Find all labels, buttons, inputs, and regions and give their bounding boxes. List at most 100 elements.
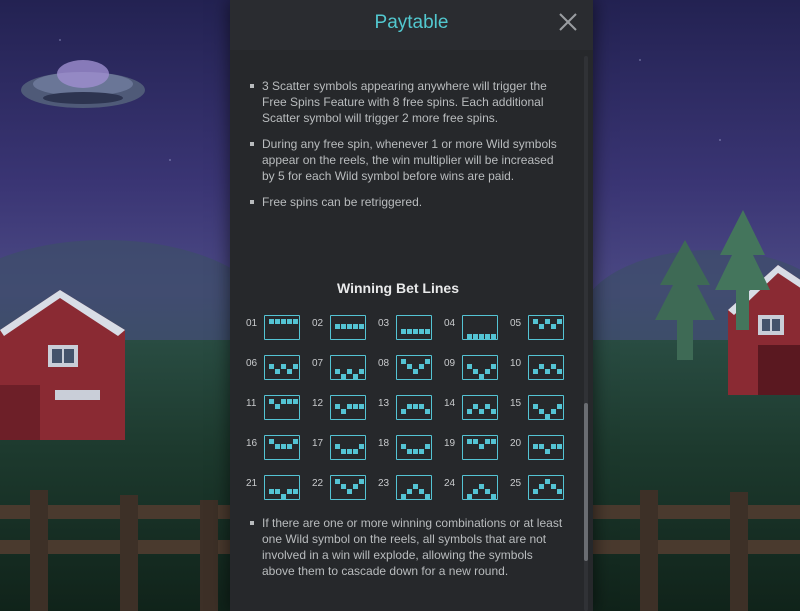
bet-line-pattern-icon	[462, 315, 498, 340]
bet-line-dot	[539, 409, 544, 414]
bet-line-pattern-icon	[264, 315, 300, 340]
bet-line-item: 22	[312, 475, 376, 505]
bet-line-dot	[401, 409, 406, 414]
bet-line-number: 10	[510, 358, 522, 369]
bet-line-number: 21	[246, 478, 258, 489]
bet-line-item: 01	[246, 315, 310, 345]
bet-line-dot	[413, 404, 418, 409]
bet-line-pattern-icon	[396, 435, 432, 460]
close-icon[interactable]	[557, 11, 579, 33]
bet-line-dot	[491, 364, 496, 369]
bet-line-number: 11	[246, 398, 257, 409]
bet-line-dot	[347, 489, 352, 494]
bet-line-dot	[269, 364, 274, 369]
rule-item: If there are one or more winning combina…	[250, 515, 568, 579]
bet-line-item: 20	[510, 435, 574, 465]
modal-scrollbar[interactable]	[584, 56, 588, 611]
bet-line-dot	[281, 444, 286, 449]
bet-line-dot	[407, 449, 412, 454]
bet-line-pattern-icon	[396, 475, 432, 500]
bet-line-number: 20	[510, 438, 522, 449]
red-barn-left-icon	[0, 290, 125, 440]
bet-line-number: 02	[312, 318, 324, 329]
rules-list-top: 3 Scatter symbols appearing anywhere wil…	[250, 78, 568, 210]
bet-line-dot	[287, 319, 292, 324]
bet-line-pattern-icon	[264, 475, 300, 500]
bet-line-dot	[539, 444, 544, 449]
bet-line-dot	[413, 449, 418, 454]
bet-line-dot	[335, 324, 340, 329]
bet-line-pattern-icon	[330, 355, 366, 380]
bet-line-dot	[287, 444, 292, 449]
bet-line-pattern-icon	[528, 475, 564, 500]
bet-line-dot	[269, 439, 274, 444]
bet-line-number: 24	[444, 478, 456, 489]
bet-line-dot	[425, 359, 430, 364]
bet-line-dot	[359, 324, 364, 329]
bet-line-dot	[353, 374, 358, 379]
bet-line-dot	[347, 324, 352, 329]
bet-line-dot	[545, 479, 550, 484]
pine-tree-icon	[715, 210, 770, 330]
bet-line-dot	[401, 494, 406, 499]
bet-line-dot	[491, 439, 496, 444]
bet-line-pattern-icon	[264, 355, 300, 380]
bet-line-dot	[467, 439, 472, 444]
bet-line-item: 11	[246, 395, 310, 425]
bet-line-dot	[473, 369, 478, 374]
bet-line-dot	[545, 319, 550, 324]
bet-line-dot	[557, 444, 562, 449]
bet-line-dot	[281, 494, 286, 499]
rule-item: 3 Scatter symbols appearing anywhere wil…	[250, 78, 568, 126]
bet-line-item: 13	[378, 395, 442, 425]
bet-line-dot	[551, 324, 556, 329]
bet-line-item: 15	[510, 395, 574, 425]
bet-line-dot	[347, 369, 352, 374]
bet-line-dot	[539, 364, 544, 369]
bet-line-dot	[341, 484, 346, 489]
bet-line-number: 01	[246, 318, 258, 329]
bet-line-pattern-icon	[528, 435, 564, 460]
bet-line-dot	[419, 329, 424, 334]
bet-lines-grid: 01 02 03 04 05 06 07 08 09 10 11 12 13 14 15 16 17 18 19 20…	[246, 315, 568, 500]
bet-line-dot	[353, 449, 358, 454]
bet-line-dot	[425, 329, 430, 334]
bet-line-dot	[479, 444, 484, 449]
bet-line-dot	[269, 399, 274, 404]
bet-line-item: 17	[312, 435, 376, 465]
bet-line-number: 17	[312, 438, 324, 449]
bet-line-dot	[467, 409, 472, 414]
bet-line-number: 15	[510, 398, 522, 409]
bet-line-pattern-icon	[528, 355, 564, 380]
bet-line-dot	[479, 334, 484, 339]
bet-line-item: 19	[444, 435, 508, 465]
bet-line-dot	[551, 364, 556, 369]
bet-line-number: 08	[378, 358, 390, 369]
bet-line-dot	[533, 319, 538, 324]
bet-line-dot	[491, 409, 496, 414]
bet-line-dot	[479, 409, 484, 414]
bet-line-dot	[341, 324, 346, 329]
bet-line-dot	[335, 479, 340, 484]
bet-line-pattern-icon	[330, 475, 366, 500]
bet-line-number: 12	[312, 398, 324, 409]
bet-line-item: 24	[444, 475, 508, 505]
bet-line-dot	[539, 324, 544, 329]
modal-header: Paytable	[230, 0, 593, 50]
bet-line-item: 08	[378, 355, 442, 385]
bet-line-dot	[347, 404, 352, 409]
rule-item: During any free spin, whenever 1 or more…	[250, 136, 568, 184]
bet-line-number: 03	[378, 318, 390, 329]
bet-line-dot	[359, 444, 364, 449]
bet-line-dot	[293, 319, 298, 324]
bet-line-dot	[335, 369, 340, 374]
bet-line-dot	[269, 319, 274, 324]
scrollbar-thumb[interactable]	[584, 403, 588, 561]
bet-line-dot	[533, 369, 538, 374]
winning-bet-lines-title: Winning Bet Lines	[337, 280, 459, 296]
bet-line-dot	[401, 359, 406, 364]
bet-line-number: 13	[378, 398, 390, 409]
bet-line-item: 10	[510, 355, 574, 385]
bet-line-item: 21	[246, 475, 310, 505]
rules-list-bottom: If there are one or more winning combina…	[250, 515, 568, 579]
